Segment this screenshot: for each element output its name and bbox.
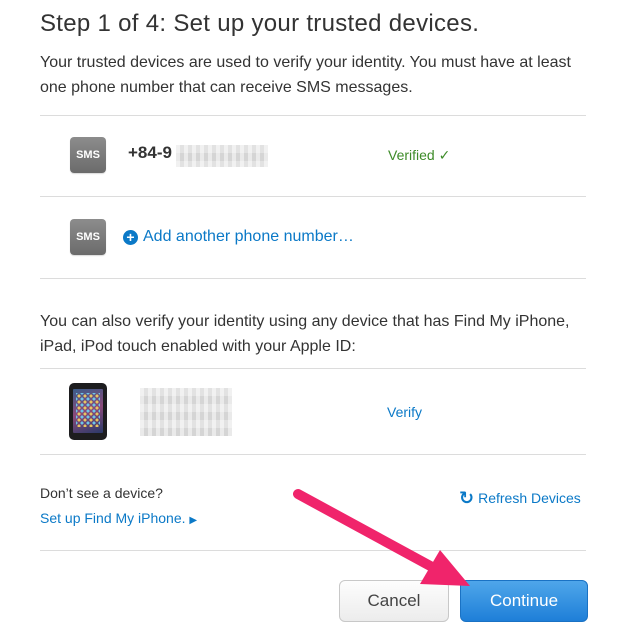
refresh-icon: ↻ bbox=[459, 488, 475, 508]
divider bbox=[40, 454, 586, 455]
refresh-devices-link[interactable]: ↻ Refresh Devices bbox=[459, 488, 581, 508]
redacted-device-name bbox=[140, 388, 232, 436]
redacted-phone-digits bbox=[176, 145, 268, 167]
plus-circle-icon: + bbox=[123, 229, 138, 245]
setup-find-my-iphone-link[interactable]: Set up Find My iPhone. ▶ bbox=[40, 510, 197, 526]
divider bbox=[40, 196, 586, 197]
add-phone-number-link[interactable]: + Add another phone number… bbox=[123, 228, 354, 246]
no-device-text: Don’t see a device? bbox=[40, 485, 163, 501]
verified-status: Verified ✓ bbox=[388, 147, 451, 163]
divider bbox=[40, 550, 586, 551]
ipad-icon bbox=[69, 383, 107, 440]
divider bbox=[40, 115, 586, 116]
chevron-right-icon: ▶ bbox=[189, 515, 198, 526]
verify-device-link[interactable]: Verify bbox=[387, 404, 422, 420]
continue-button[interactable]: Continue bbox=[460, 580, 588, 622]
intro-text: Your trusted devices are used to verify … bbox=[40, 54, 571, 96]
cancel-button[interactable]: Cancel bbox=[339, 580, 449, 622]
find-my-text: You can also verify your identity using … bbox=[40, 313, 570, 355]
sms-icon: SMS bbox=[70, 137, 106, 173]
phone-number: +84-9 bbox=[128, 143, 172, 162]
check-icon: ✓ bbox=[438, 147, 451, 163]
sms-icon: SMS bbox=[70, 219, 106, 255]
page-title: Step 1 of 4: Set up your trusted devices… bbox=[40, 10, 480, 37]
divider bbox=[40, 278, 586, 279]
divider bbox=[40, 368, 586, 369]
